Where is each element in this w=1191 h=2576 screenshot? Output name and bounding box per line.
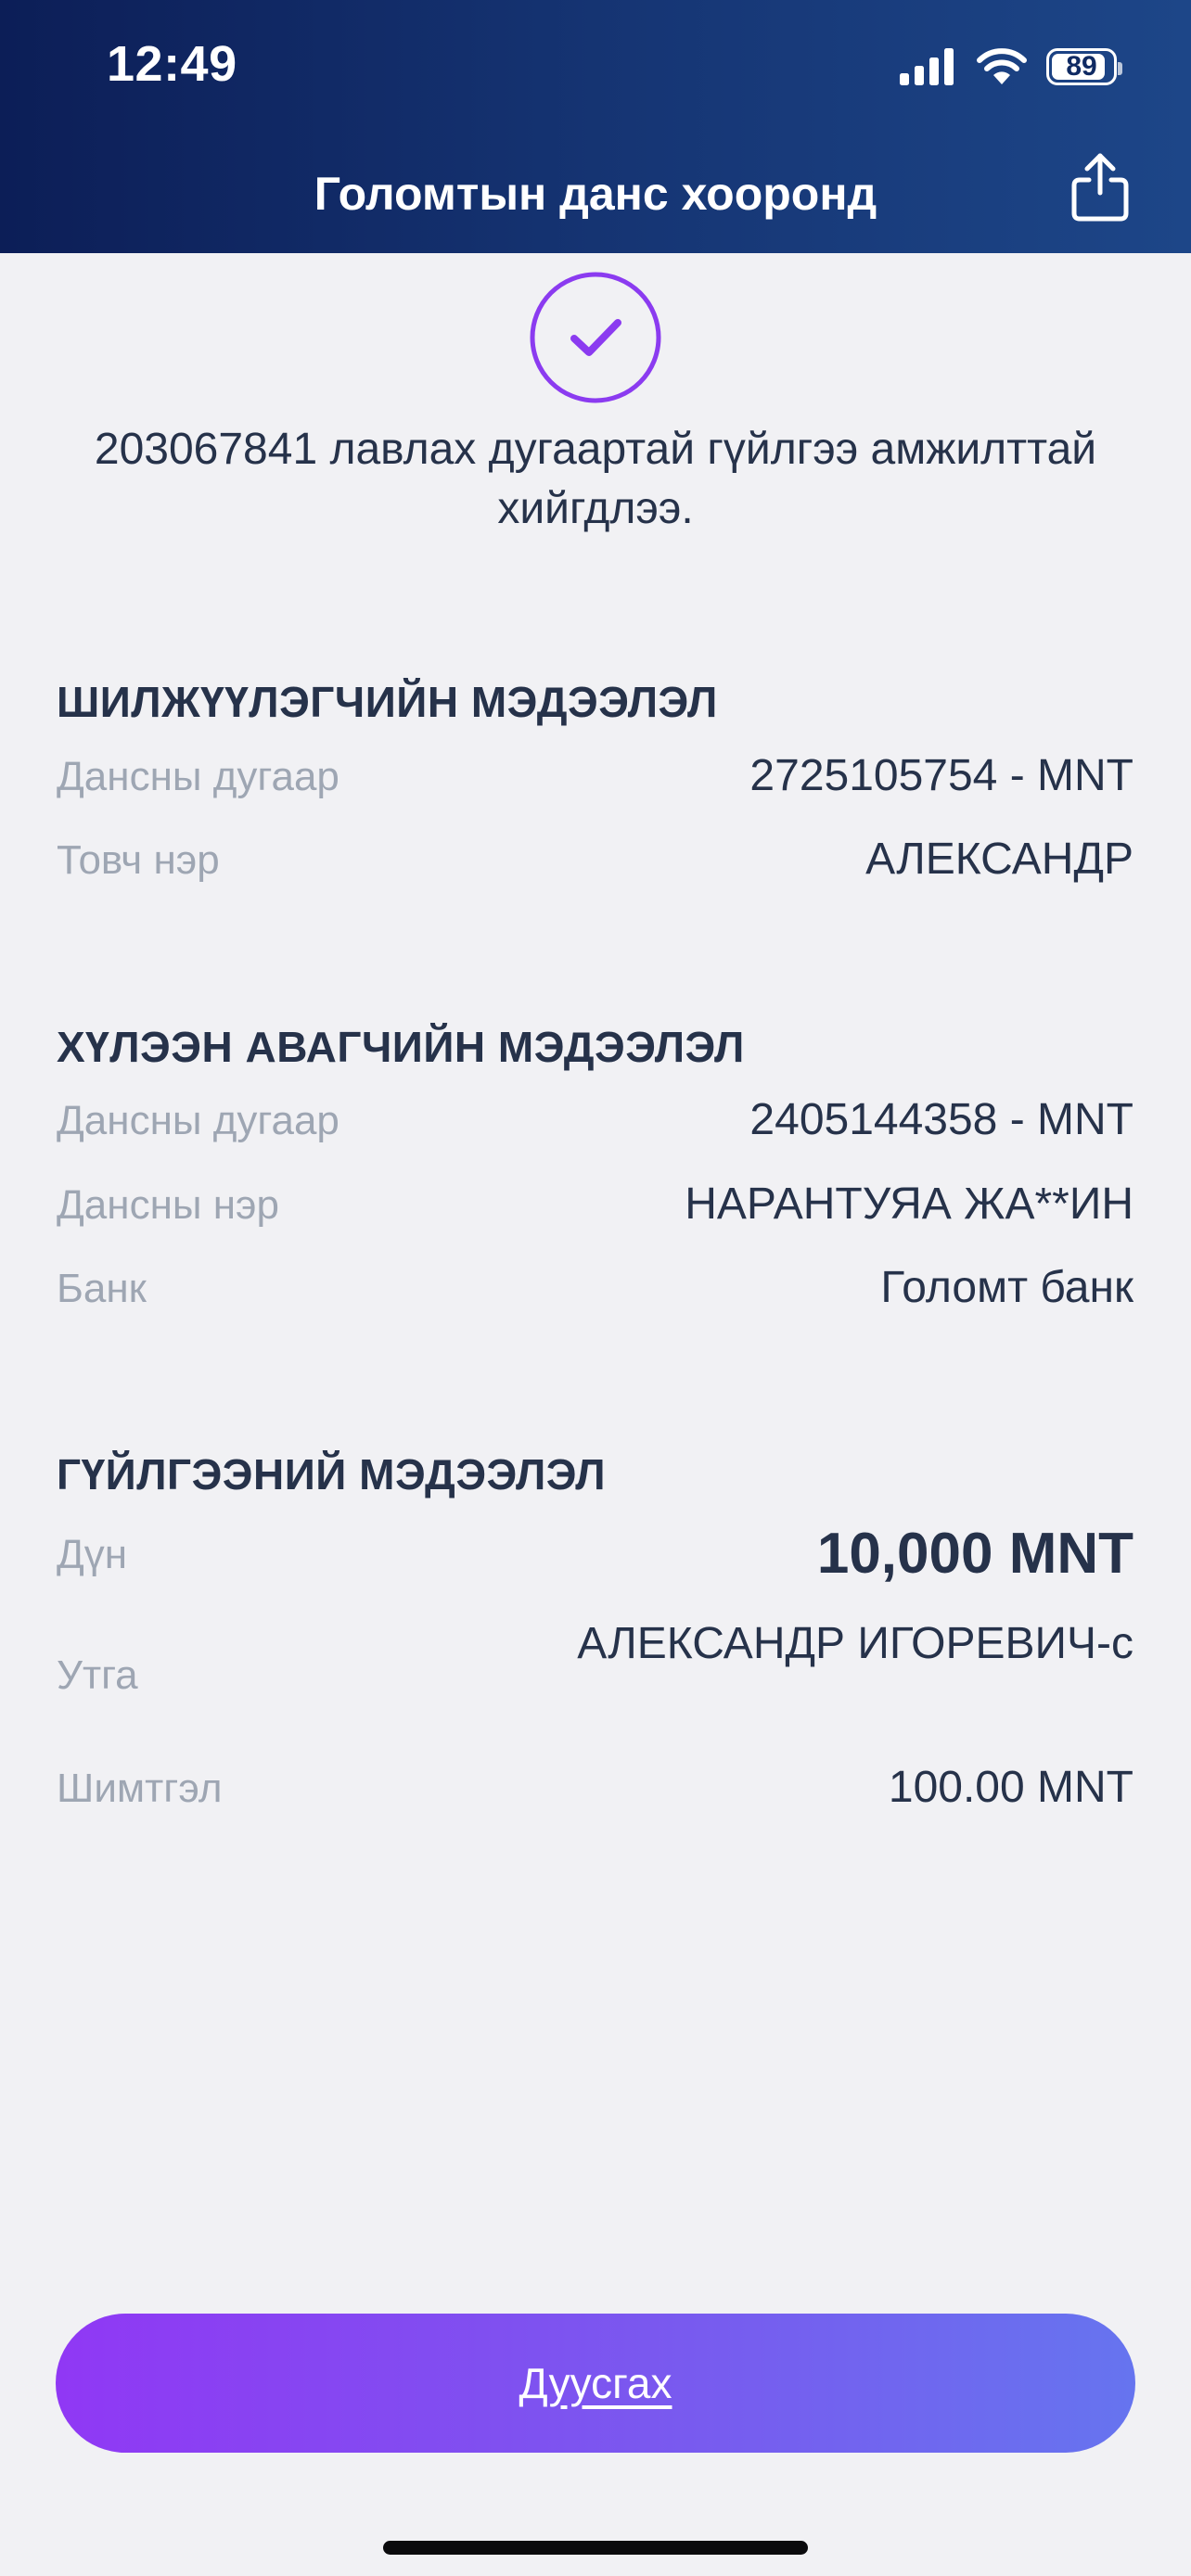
- description-label: Утга: [57, 1652, 138, 1698]
- done-button-label: Дуусгах: [519, 2359, 672, 2407]
- home-indicator: [383, 2541, 808, 2555]
- status-time: 12:49: [107, 36, 237, 92]
- amount-label: Дүн: [57, 1532, 128, 1577]
- share-button[interactable]: [1067, 150, 1133, 224]
- success-message: 203067841 лавлах дугаартай гүйлгээ амжил…: [94, 425, 1097, 533]
- status-icons: 89: [900, 45, 1122, 89]
- cellular-signal-icon: [900, 48, 954, 85]
- check-circle-icon: [530, 272, 661, 403]
- page-title: Голомтын данс хооронд: [314, 168, 877, 220]
- receiver-account-label: Дансны дугаар: [57, 1098, 339, 1143]
- app-header: 12:49 89 Голомтын данс хооронд: [0, 0, 1191, 253]
- wifi-icon: [977, 48, 1027, 84]
- transaction-section-title: ГҮЙЛГЭЭНИЙ МЭДЭЭЛЭЛ: [57, 1450, 607, 1498]
- receiver-name-label: Дансны нэр: [57, 1182, 279, 1228]
- done-button[interactable]: Дуусгах: [56, 2314, 1135, 2453]
- receiver-name-value: НАРАНТУЯА ЖА**ИН: [685, 1180, 1133, 1229]
- description-value: АЛЕКСАНДР ИГОРЕВИЧ-с: [577, 1619, 1133, 1668]
- receiver-bank-value: Голомт банк: [880, 1263, 1133, 1312]
- sender-short-name-label: Товч нэр: [57, 837, 220, 883]
- battery-cap: [1118, 62, 1122, 75]
- sender-section-title: ШИЛЖҮҮЛЭГЧИЙН МЭДЭЭЛЭЛ: [57, 678, 718, 726]
- share-icon: [1071, 153, 1129, 222]
- sender-short-name-value: АЛЕКСАНДР: [865, 835, 1133, 884]
- receiver-bank-label: Банк: [57, 1266, 147, 1311]
- sender-account-value: 2725105754 - MNT: [749, 751, 1133, 800]
- sender-account-label: Дансны дугаар: [57, 754, 339, 799]
- receiver-account-value: 2405144358 - MNT: [749, 1095, 1133, 1144]
- amount-value: 10,000 MNT: [816, 1522, 1133, 1586]
- fee-value: 100.00 MNT: [888, 1763, 1133, 1812]
- battery-level: 89: [1066, 51, 1097, 82]
- fee-label: Шимтгэл: [57, 1766, 223, 1811]
- battery-icon: 89: [1046, 48, 1122, 85]
- receiver-section-title: ХҮЛЭЭН АВАГЧИЙН МЭДЭЭЛЭЛ: [57, 1023, 745, 1071]
